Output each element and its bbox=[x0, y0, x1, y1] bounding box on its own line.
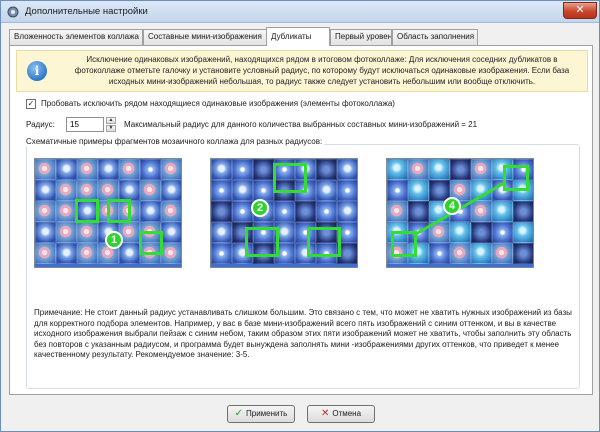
info-icon: i bbox=[27, 61, 47, 81]
apply-button-label: Применить bbox=[246, 409, 288, 418]
radius-increment-button[interactable]: ▲ bbox=[106, 117, 116, 124]
example-radius-4: 4 bbox=[386, 158, 534, 268]
cancel-button[interactable]: ✕ Отмена bbox=[307, 405, 375, 423]
duplicate-highlight bbox=[391, 231, 417, 257]
max-radius-text: Максимальный радиус для данного количест… bbox=[124, 120, 478, 129]
radius-input[interactable] bbox=[66, 117, 104, 132]
window-title: Дополнительные настройки bbox=[25, 6, 148, 17]
exclude-duplicates-row: ✓ Пробовать исключить рядом находящиеся … bbox=[26, 98, 586, 110]
duplicate-highlight bbox=[503, 165, 529, 191]
close-icon: ✕ bbox=[320, 408, 330, 419]
duplicate-highlight bbox=[273, 163, 307, 193]
tab-first-level[interactable]: Первый уровень bbox=[330, 29, 392, 45]
exclude-duplicates-label[interactable]: Пробовать исключить рядом находящиеся од… bbox=[41, 99, 395, 108]
tab-nesting[interactable]: Вложенность элементов коллажа bbox=[9, 29, 143, 45]
duplicate-highlight bbox=[139, 231, 163, 255]
radius-badge: 4 bbox=[443, 197, 461, 215]
examples-group-title: Схематичные примеры фрагментов мозаичног… bbox=[24, 137, 325, 146]
settings-dialog: Дополнительные настройки ✕ Вложенность э… bbox=[0, 0, 600, 432]
close-button[interactable]: ✕ bbox=[563, 2, 597, 19]
tab-composite-images[interactable]: Составные мини-изображения bbox=[143, 29, 267, 45]
gear-icon bbox=[7, 6, 19, 18]
info-text: Исключение одинаковых изображений, наход… bbox=[74, 55, 570, 86]
duplicate-highlight bbox=[245, 227, 279, 257]
radius-badge: 1 bbox=[105, 231, 123, 249]
radius-decrement-button[interactable]: ▼ bbox=[106, 125, 116, 132]
info-banner: i Исключение одинаковых изображений, нах… bbox=[16, 50, 588, 92]
radius-label: Радиус: bbox=[26, 120, 55, 129]
example-radius-2: 2 bbox=[210, 158, 358, 268]
tab-duplicates[interactable]: Дубликаты bbox=[266, 27, 330, 46]
radius-row: Радиус: ▲ ▼ Максимальный радиус для данн… bbox=[26, 117, 586, 132]
duplicate-highlight bbox=[107, 199, 131, 223]
note-text: Примечание: Не стоит данный радиус устан… bbox=[34, 308, 572, 359]
apply-button[interactable]: ✓ Применить bbox=[227, 405, 295, 423]
example-radius-1: 1 bbox=[34, 158, 182, 268]
tab-bar: Вложенность элементов коллажа Составные … bbox=[9, 27, 593, 46]
duplicate-highlight bbox=[307, 227, 341, 257]
tab-fill-area[interactable]: Область заполнения bbox=[392, 29, 478, 45]
duplicates-panel: i Исключение одинаковых изображений, нах… bbox=[9, 45, 593, 395]
exclude-duplicates-checkbox[interactable]: ✓ bbox=[26, 99, 36, 109]
duplicate-highlight bbox=[75, 199, 99, 223]
checkmark-icon: ✓ bbox=[234, 408, 244, 419]
radius-badge: 2 bbox=[251, 199, 269, 217]
cancel-button-label: Отмена bbox=[332, 409, 362, 418]
title-bar[interactable]: Дополнительные настройки ✕ bbox=[1, 1, 599, 23]
